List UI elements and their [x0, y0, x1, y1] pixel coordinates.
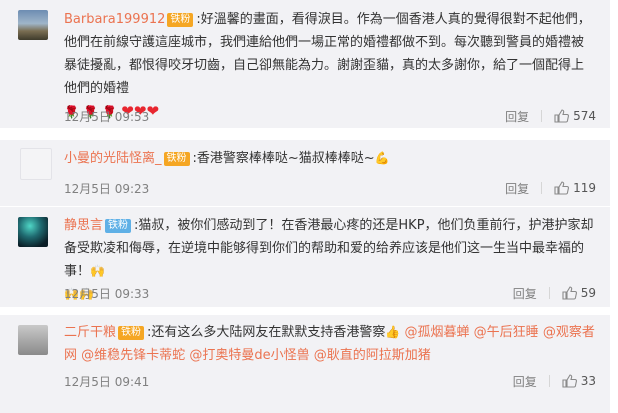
fan-badge[interactable]: 铁粉 [167, 13, 194, 27]
thumbs-up-icon [554, 109, 570, 123]
comment-text: :猫叔，被你们感动到了！在香港最心疼的还是HKP，他们负重前行，护港护家却备受欺… [64, 218, 594, 279]
comment-actions: 回复 33 [513, 371, 596, 391]
comment-actions: 回复 574 [505, 106, 596, 126]
like-button[interactable]: 33 [562, 374, 596, 388]
like-count: 33 [580, 374, 596, 388]
comment-body: 二斤干粮 铁粉:还有这么多大陆网友在默默支持香港警察👍 @孤烟暮蝉 @午后狂睡 @… [64, 321, 596, 367]
comment-footer: 12月5日 09:33 回复 59 [64, 283, 596, 303]
mention-link[interactable]: @孤烟暮蝉 [405, 325, 470, 340]
avatar[interactable] [18, 10, 48, 40]
comment-item: Barbara199912 铁粉:好溫馨的畫面，看得淚目。作為一個香港人真的覺得很… [0, 0, 610, 128]
mention-link[interactable]: @午后狂睡 [474, 325, 539, 340]
timestamp: 12月5日 09:41 [64, 375, 150, 389]
muscle-emoji-icon: 💪 [374, 151, 390, 165]
fan-badge[interactable]: 铁粉 [118, 326, 145, 340]
timestamp: 12月5日 09:33 [64, 287, 150, 301]
comment-text: :香港警察棒棒哒~猫叔棒棒哒~ [192, 151, 375, 166]
username[interactable]: 二斤干粮 [64, 325, 116, 340]
divider [541, 110, 543, 122]
timestamp: 12月5日 09:23 [64, 182, 150, 196]
comment-actions: 回复 119 [505, 178, 596, 198]
hands-emoji-icon: 🙌 [90, 264, 105, 278]
divider [541, 182, 543, 194]
thumbs-up-icon [554, 181, 570, 195]
like-count: 574 [573, 109, 596, 123]
divider [548, 375, 550, 387]
timestamp: 12月5日 09:53 [64, 110, 150, 124]
comment-footer: 12月5日 09:53 回复 574 [64, 106, 596, 126]
reply-button[interactable]: 回复 [513, 285, 537, 302]
reply-button[interactable]: 回复 [505, 180, 529, 197]
avatar[interactable] [18, 217, 48, 247]
thumbs-up-emoji-icon: 👍 [385, 325, 401, 339]
thumbs-up-icon [562, 286, 577, 300]
fan-badge[interactable]: 铁粉 [105, 219, 132, 233]
comment-footer: 12月5日 09:41 回复 33 [64, 371, 596, 391]
username[interactable]: Barbara199912 [64, 12, 165, 27]
comment-feed: Barbara199912 铁粉:好溫馨的畫面，看得淚目。作為一個香港人真的覺得很… [0, 0, 618, 413]
thumbs-up-icon [562, 374, 577, 388]
comment-item: 静思言 铁粉:猫叔，被你们感动到了！在香港最心疼的还是HKP，他们负重前行，护港护… [0, 207, 610, 307]
like-count: 59 [580, 286, 596, 300]
mention-link[interactable]: @维稳先锋卡蒂蛇 [81, 348, 185, 363]
avatar[interactable] [18, 325, 48, 355]
like-button[interactable]: 119 [554, 181, 596, 195]
comment-body: 小曼的光陆怪离_ 铁粉:香港警察棒棒哒~猫叔棒棒哒~💪 [64, 147, 596, 170]
fan-badge[interactable]: 铁粉 [163, 152, 190, 166]
reply-button[interactable]: 回复 [513, 373, 537, 390]
divider [548, 287, 550, 299]
like-button[interactable]: 574 [554, 109, 596, 123]
avatar[interactable] [20, 148, 52, 180]
like-button[interactable]: 59 [562, 286, 596, 300]
comment-item: 二斤干粮 铁粉:还有这么多大陆网友在默默支持香港警察👍 @孤烟暮蝉 @午后狂睡 @… [0, 315, 610, 413]
username[interactable]: 小曼的光陆怪离_ [64, 151, 162, 166]
comment-item: 小曼的光陆怪离_ 铁粉:香港警察棒棒哒~猫叔棒棒哒~💪 12月5日 09:23 回… [0, 140, 610, 206]
mention-link[interactable]: @耿直的阿拉斯加猪 [314, 348, 431, 363]
reply-button[interactable]: 回复 [505, 108, 529, 125]
comment-footer: 12月5日 09:23 回复 119 [64, 178, 596, 198]
mention-link[interactable]: @打奥特曼de小怪兽 [189, 348, 309, 363]
comment-actions: 回复 59 [513, 283, 596, 303]
comment-text: :还有这么多大陆网友在默默支持香港警察 [147, 325, 386, 340]
username[interactable]: 静思言 [64, 218, 103, 233]
like-count: 119 [573, 181, 596, 195]
